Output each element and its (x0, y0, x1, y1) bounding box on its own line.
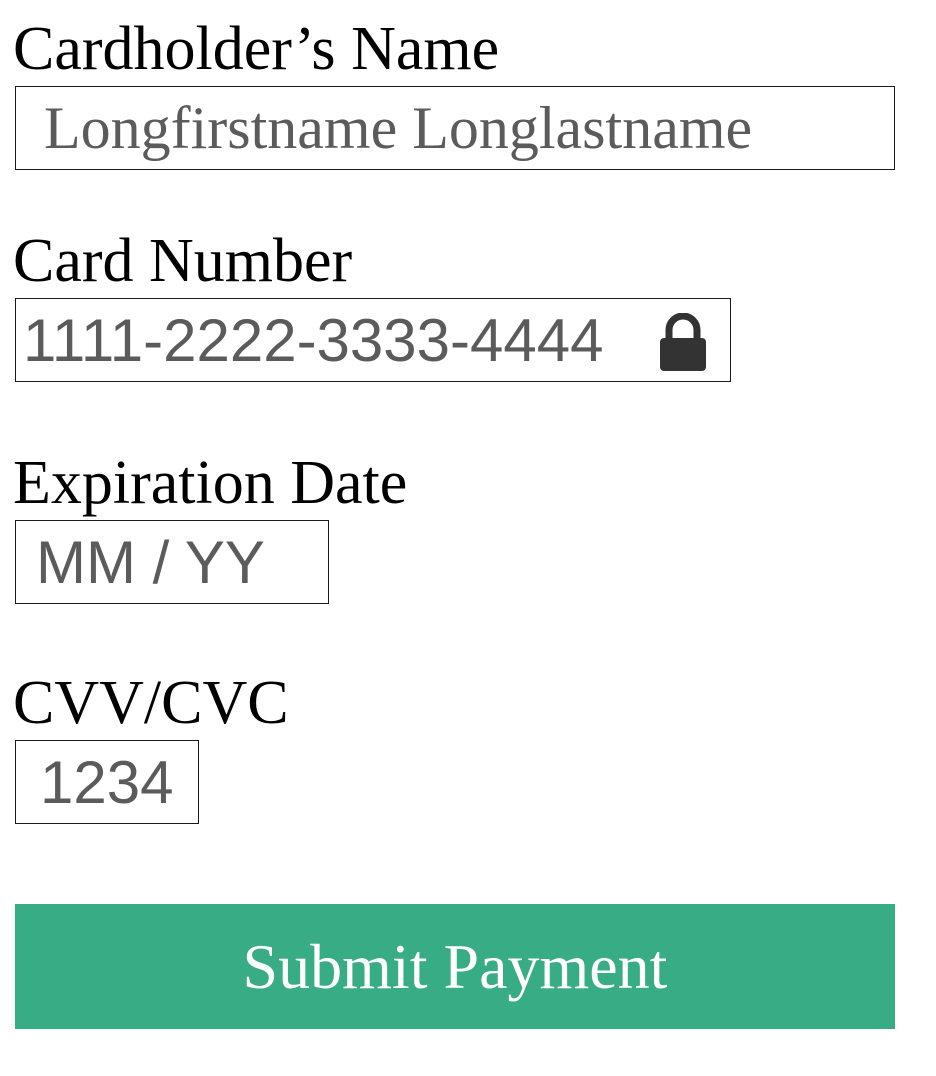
cvv-input[interactable] (16, 741, 198, 823)
card-number-input[interactable] (16, 299, 636, 381)
cvv-field[interactable] (15, 740, 199, 824)
expiration-date-label: Expiration Date (13, 449, 408, 517)
cardholder-name-label: Cardholder’s Name (13, 15, 500, 83)
card-number-field[interactable] (15, 298, 731, 382)
lock-icon (660, 313, 706, 371)
cardholder-name-field[interactable] (15, 86, 895, 170)
expiration-date-field[interactable] (15, 520, 329, 604)
card-number-label: Card Number (13, 227, 353, 295)
cardholder-name-input[interactable] (16, 87, 894, 169)
expiration-date-input[interactable] (16, 521, 328, 603)
submit-payment-button[interactable]: Submit Payment (15, 904, 895, 1029)
cvv-label: CVV/CVC (13, 669, 289, 737)
